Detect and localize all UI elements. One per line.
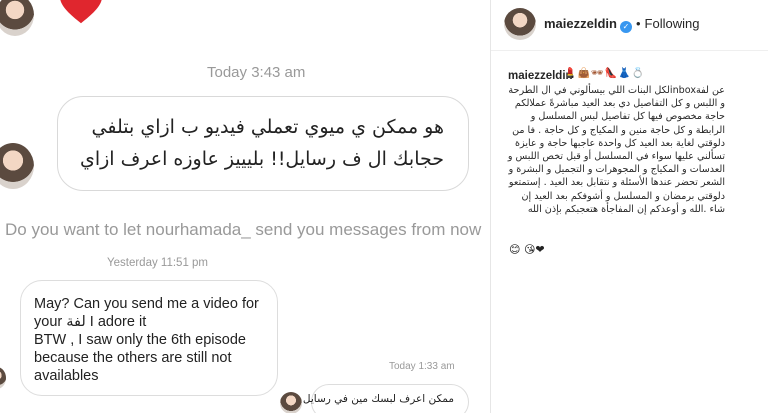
- message-bubble-reply: ممكن اعرف لبسك مين في رسايل: [303, 384, 469, 413]
- message-text: هو ممكن ي ميوي تعملي فيديو ب ازاي بتلفي …: [79, 116, 444, 170]
- post-header: maiezzeldin ✓ • Following: [491, 0, 768, 51]
- dm-screenshot-panel: Today 3:43 am هو ممكن ي ميوي تعملي فيديو…: [0, 0, 490, 413]
- timestamp-reply: Today 1:33 am: [389, 361, 455, 372]
- instagram-post-panel: maiezzeldin ✓ • Following maiezzeldin 💄👜🕶👠👗…: [490, 0, 768, 413]
- timestamp-today-top: Today 3:43 am: [207, 64, 306, 81]
- caption-end-emojis: 😊 😘❤: [509, 243, 545, 256]
- sender-avatar-top[interactable]: [0, 0, 34, 36]
- separator-dot: •: [635, 16, 641, 31]
- verified-badge-icon: ✓: [619, 21, 632, 33]
- profile-avatar[interactable]: [504, 8, 536, 40]
- following-button[interactable]: Following: [645, 16, 700, 31]
- post-caption: عن لفةinboxلكل البنات اللي بيسألوني في ا…: [507, 85, 725, 215]
- caption-emoji-row: 💄👜🕶👠👗💍: [564, 68, 645, 79]
- message-text: ممكن اعرف لبسك مين في رسايل: [302, 393, 454, 405]
- message-bubble-english: May? Can you send me a video for your لف…: [20, 280, 278, 396]
- message-bubble-arabic: هو ممكن ي ميوي تعملي فيديو ب ازاي بتلفي …: [57, 96, 469, 191]
- reply-avatar[interactable]: [280, 392, 302, 413]
- message-request-prompt: Do you want to let nourhamada_ send you …: [5, 220, 482, 239]
- sender-avatar-bottom-left[interactable]: [0, 367, 6, 389]
- timestamp-yesterday: Yesterday 11:51 pm: [107, 257, 209, 269]
- caption-username[interactable]: maiezzeldin: [508, 70, 573, 82]
- username-link[interactable]: maiezzeldin: [544, 16, 617, 31]
- heart-icon: [58, 0, 104, 28]
- sender-avatar-middle[interactable]: [0, 143, 34, 189]
- post-header-info: maiezzeldin ✓ • Following: [544, 16, 699, 33]
- message-text: May? Can you send me a video for your لف…: [34, 296, 259, 384]
